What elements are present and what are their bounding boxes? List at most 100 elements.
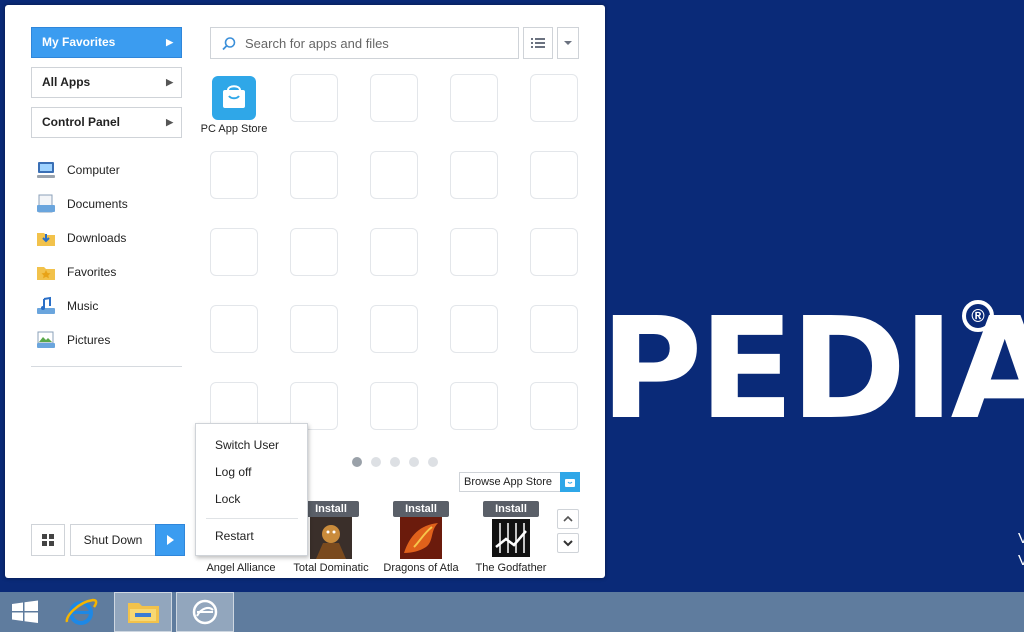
power-options-button[interactable] [155,524,185,556]
place-music[interactable]: Music [35,295,185,319]
apps-view-button[interactable] [31,524,65,556]
chevron-down-icon [564,41,572,45]
shopping-bag-icon [223,85,245,108]
place-label: Computer [67,163,120,177]
install-button[interactable]: Install [483,501,539,517]
empty-app-slot[interactable] [210,305,258,353]
place-label: Pictures [67,333,111,347]
place-favorites[interactable]: Favorites [35,261,185,285]
switch-user-menu-item[interactable]: Switch User [215,438,279,452]
log-off-menu-item[interactable]: Log off [215,465,251,479]
start-menu-app-icon [192,599,218,625]
scroll-up-button[interactable] [557,509,579,529]
pc-app-store-label: PC App Store [200,123,268,135]
page-dot[interactable] [428,457,438,467]
install-button[interactable]: Install [393,501,449,517]
shut-down-button[interactable]: Shut Down [70,524,156,556]
internet-explorer-button[interactable] [56,592,106,632]
list-view-button[interactable] [523,27,553,59]
install-button[interactable]: Install [303,501,359,517]
chevron-down-icon [563,540,573,547]
empty-app-slot[interactable] [210,228,258,276]
empty-app-slot[interactable] [290,151,338,199]
my-favorites-button[interactable]: My Favorites ▶ [31,27,182,58]
start-button[interactable] [0,592,50,632]
page-dot[interactable] [352,457,362,467]
power-menu: Switch User Log off Lock Restart [195,423,308,556]
wallpaper-brand-text: PEDIA [600,288,1024,451]
total-domination-game-icon [310,517,352,559]
page-dot[interactable] [390,457,400,467]
empty-app-slot[interactable] [290,305,338,353]
game-label: Dragons of Atla [383,562,459,574]
search-box[interactable] [210,27,519,59]
empty-app-slot[interactable] [450,228,498,276]
empty-app-slot[interactable] [210,151,258,199]
place-pictures[interactable]: Pictures [35,329,185,353]
triangle-right-icon [167,535,174,545]
downloads-folder-icon [37,233,55,246]
game-label: The Godfather [475,562,547,574]
control-panel-button[interactable]: Control Panel ▶ [31,107,182,138]
music-icon [37,296,55,314]
my-favorites-label: My Favorites [42,35,116,49]
restart-menu-item[interactable]: Restart [215,529,254,543]
view-options-dropdown[interactable] [557,27,579,59]
empty-app-slot[interactable] [530,74,578,122]
empty-app-slot[interactable] [290,228,338,276]
start-menu-app-button[interactable] [176,592,234,632]
place-label: Documents [67,197,128,211]
pc-app-store-tile[interactable] [212,76,256,120]
place-computer[interactable]: Computer [35,159,185,183]
triangle-right-icon: ▶ [166,77,173,87]
triangle-right-icon: ▶ [166,117,173,127]
place-label: Favorites [67,265,117,279]
wallpaper-edge-text: VV [1018,530,1024,569]
game-label: Total Dominatic [293,562,369,574]
browse-app-store-button[interactable]: Browse App Store [459,472,580,492]
empty-app-slot[interactable] [370,382,418,430]
search-input[interactable] [245,34,505,52]
wallpaper-trademark: ® [962,300,994,332]
empty-app-slot[interactable] [530,305,578,353]
page-dot[interactable] [371,457,381,467]
sidebar-divider [31,366,182,367]
browse-app-store-label: Browse App Store [464,476,553,488]
empty-app-slot[interactable] [450,74,498,122]
empty-app-slot[interactable] [370,305,418,353]
place-label: Downloads [67,231,127,245]
game-label: Angel Alliance [206,562,276,574]
all-apps-button[interactable]: All Apps ▶ [31,67,182,98]
place-documents[interactable]: Documents [35,193,185,217]
chevron-up-icon [563,515,573,522]
page-dot[interactable] [409,457,419,467]
search-icon [222,37,236,51]
empty-app-slot[interactable] [450,305,498,353]
grid-icon [42,534,54,546]
triangle-right-icon: ▶ [166,37,173,47]
empty-app-slot[interactable] [290,74,338,122]
empty-app-slot[interactable] [530,228,578,276]
place-downloads[interactable]: Downloads [35,227,185,251]
empty-app-slot[interactable] [370,74,418,122]
list-view-icon [531,38,545,48]
file-explorer-icon [128,603,159,623]
empty-app-slot[interactable] [530,151,578,199]
empty-app-slot[interactable] [450,382,498,430]
empty-app-slot[interactable] [530,382,578,430]
scroll-down-button[interactable] [557,533,579,553]
place-label: Music [67,299,99,313]
taskbar [0,592,1024,632]
all-apps-label: All Apps [42,75,91,89]
empty-app-slot[interactable] [370,151,418,199]
favorites-folder-icon [37,267,55,280]
internet-explorer-icon [65,598,98,625]
pictures-icon [37,331,55,348]
lock-menu-item[interactable]: Lock [215,492,240,506]
file-explorer-button[interactable] [114,592,172,632]
the-godfather-game-icon [490,517,532,559]
empty-app-slot[interactable] [450,151,498,199]
control-panel-label: Control Panel [42,115,121,129]
app-store-icon [560,472,580,492]
empty-app-slot[interactable] [370,228,418,276]
